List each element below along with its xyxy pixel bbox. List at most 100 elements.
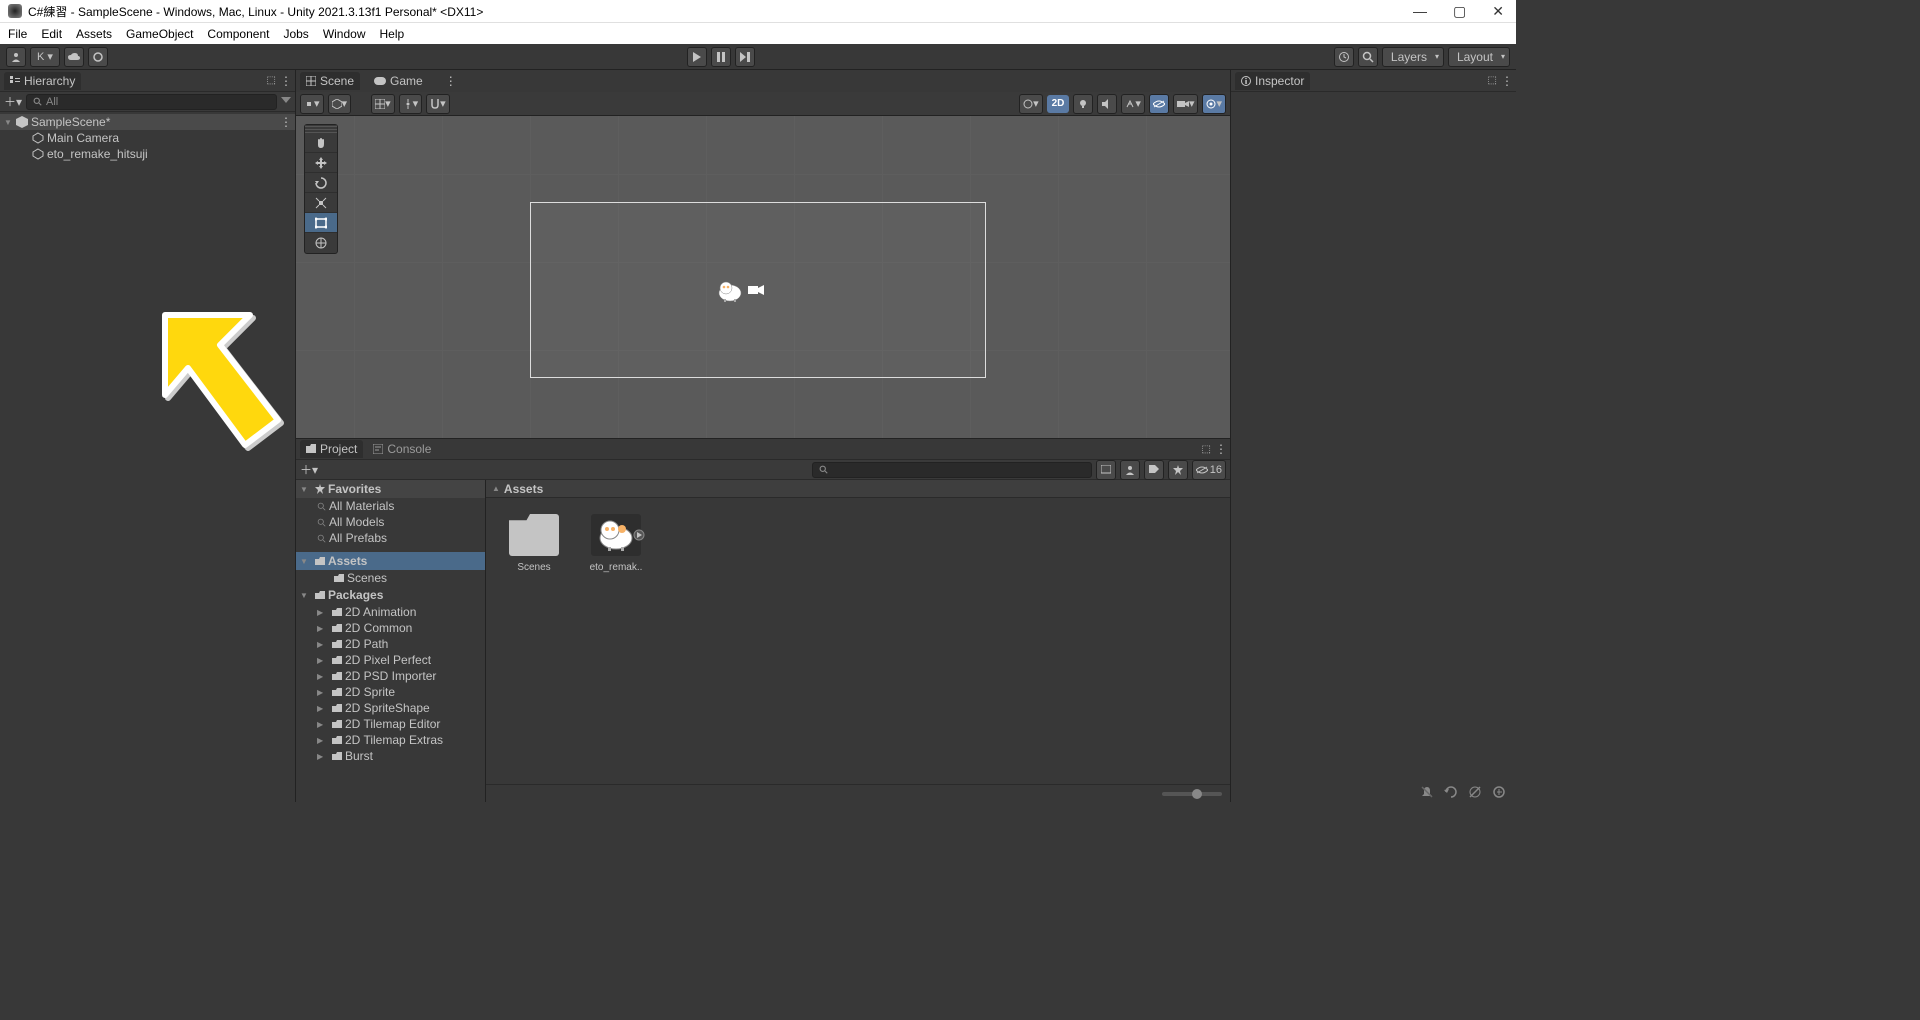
- inspector-tab[interactable]: Inspector: [1235, 72, 1310, 90]
- hierarchy-search[interactable]: All: [26, 94, 277, 110]
- close-button[interactable]: ✕: [1488, 3, 1508, 20]
- transform-tool[interactable]: [305, 233, 337, 253]
- scene-camera-gizmo-icon[interactable]: [748, 284, 766, 296]
- package-row[interactable]: ▶2D Animation: [296, 604, 485, 620]
- hierarchy-scene-row[interactable]: ▼ SampleScene* ⋮: [0, 114, 295, 130]
- version-control-button[interactable]: [88, 47, 108, 67]
- undo-history-button[interactable]: [1334, 47, 1354, 67]
- folder-scenes[interactable]: Scenes: [296, 570, 485, 586]
- favorite-all-prefabs[interactable]: All Prefabs: [296, 530, 485, 546]
- favorite-all-models[interactable]: All Models: [296, 514, 485, 530]
- play-button[interactable]: [687, 47, 707, 67]
- lighting-toggle-button[interactable]: [1073, 94, 1093, 114]
- account-button[interactable]: [6, 47, 26, 67]
- cloud-button[interactable]: [64, 47, 84, 67]
- rect-tool[interactable]: [305, 213, 337, 233]
- pivot-center-button[interactable]: ▾: [300, 94, 324, 114]
- project-search[interactable]: [812, 462, 1092, 478]
- expand-icon[interactable]: [633, 529, 645, 541]
- notification-bell-off-icon[interactable]: [1420, 785, 1434, 799]
- minimize-button[interactable]: —: [1409, 3, 1431, 20]
- gizmos-button[interactable]: ▾: [1202, 94, 1226, 114]
- 2d-toggle-button[interactable]: 2D: [1047, 95, 1070, 113]
- favorite-all-materials[interactable]: All Materials: [296, 498, 485, 514]
- hierarchy-tab[interactable]: Hierarchy: [4, 72, 81, 90]
- auto-refresh-icon[interactable]: [1444, 785, 1458, 799]
- project-lock-icon[interactable]: ⬚: [1202, 444, 1211, 455]
- move-tool[interactable]: [305, 153, 337, 173]
- global-local-button[interactable]: ▾: [328, 94, 352, 114]
- package-row[interactable]: ▶2D Common: [296, 620, 485, 636]
- cache-server-icon[interactable]: [1492, 785, 1506, 799]
- rotate-tool[interactable]: [305, 173, 337, 193]
- hand-tool[interactable]: [305, 133, 337, 153]
- thumbnail-size-slider[interactable]: [486, 784, 1230, 802]
- filter-by-label-button[interactable]: [1120, 460, 1140, 480]
- favorite-button[interactable]: [1168, 460, 1188, 480]
- pause-button[interactable]: [711, 47, 731, 67]
- draw-mode-button[interactable]: ▾: [1019, 94, 1043, 114]
- layers-dropdown[interactable]: Layers: [1382, 47, 1444, 67]
- project-tab[interactable]: Project: [300, 440, 363, 458]
- console-tab-label: Console: [387, 442, 431, 456]
- scale-tool[interactable]: [305, 193, 337, 213]
- step-button[interactable]: [735, 47, 755, 67]
- menu-component[interactable]: Component: [207, 27, 269, 41]
- package-row[interactable]: ▶2D Pixel Perfect: [296, 652, 485, 668]
- menu-help[interactable]: Help: [380, 27, 405, 41]
- asset-sprite-sheep[interactable]: eto_remak..: [584, 514, 648, 573]
- scene-viewport[interactable]: [296, 116, 1230, 438]
- project-add-button[interactable]: ＋▾: [300, 461, 318, 478]
- menu-file[interactable]: File: [8, 27, 27, 41]
- snap-increment-button[interactable]: ▾: [399, 94, 423, 114]
- debug-off-icon[interactable]: [1468, 785, 1482, 799]
- maximize-button[interactable]: ▢: [1449, 3, 1470, 20]
- packages-folder[interactable]: ▼ Packages: [296, 586, 485, 604]
- snap-toggle-button[interactable]: ▾: [426, 94, 450, 114]
- game-tab[interactable]: Game: [368, 72, 429, 90]
- package-row[interactable]: ▶2D Tilemap Extras: [296, 732, 485, 748]
- hierarchy-lock-icon[interactable]: ⬚: [267, 75, 276, 86]
- hierarchy-menu-icon[interactable]: ⋮: [280, 74, 291, 88]
- scene-tab[interactable]: Scene: [300, 72, 360, 90]
- layout-dropdown[interactable]: Layout: [1448, 47, 1510, 67]
- inspector-lock-icon[interactable]: ⬚: [1488, 75, 1497, 86]
- hierarchy-add-button[interactable]: ＋▾: [4, 93, 22, 110]
- menu-jobs[interactable]: Jobs: [283, 27, 308, 41]
- package-row[interactable]: ▶2D PSD Importer: [296, 668, 485, 684]
- package-row[interactable]: ▶Burst: [296, 748, 485, 764]
- account-dropdown[interactable]: K ▾: [30, 47, 60, 67]
- menu-edit[interactable]: Edit: [41, 27, 62, 41]
- overlay-drag-handle[interactable]: [305, 125, 337, 133]
- scene-panel-menu-icon[interactable]: ⋮: [445, 74, 456, 88]
- assets-folder[interactable]: ▼ Assets: [296, 552, 485, 570]
- filter-by-type-button[interactable]: [1096, 460, 1116, 480]
- search-button[interactable]: [1358, 47, 1378, 67]
- scene-picker-icon[interactable]: [281, 97, 291, 107]
- menu-assets[interactable]: Assets: [76, 27, 112, 41]
- save-search-button[interactable]: [1144, 460, 1164, 480]
- grid-snap-button[interactable]: ▾: [371, 94, 395, 114]
- package-row[interactable]: ▶2D Sprite: [296, 684, 485, 700]
- asset-folder-scenes[interactable]: Scenes: [502, 514, 566, 573]
- hierarchy-item-sprite[interactable]: eto_remake_hitsuji: [0, 146, 295, 162]
- project-breadcrumb[interactable]: ▲ Assets: [486, 480, 1230, 498]
- camera-button[interactable]: ▾: [1173, 94, 1199, 114]
- sprite-sheep[interactable]: [716, 279, 746, 303]
- fx-toggle-button[interactable]: ▾: [1121, 94, 1145, 114]
- favorites-section[interactable]: ▼ Favorites: [296, 480, 485, 498]
- console-tab[interactable]: Console: [367, 440, 437, 458]
- hidden-objects-button[interactable]: [1149, 94, 1169, 114]
- package-row[interactable]: ▶2D SpriteShape: [296, 700, 485, 716]
- inspector-menu-icon[interactable]: ⋮: [1501, 74, 1512, 88]
- menu-window[interactable]: Window: [323, 27, 366, 41]
- hierarchy-item-camera[interactable]: Main Camera: [0, 130, 295, 146]
- scene-menu-icon[interactable]: ⋮: [280, 115, 291, 129]
- tools-overlay[interactable]: [304, 124, 338, 254]
- project-menu-icon[interactable]: ⋮: [1215, 442, 1226, 456]
- package-row[interactable]: ▶2D Tilemap Editor: [296, 716, 485, 732]
- package-row[interactable]: ▶2D Path: [296, 636, 485, 652]
- audio-toggle-button[interactable]: [1097, 94, 1117, 114]
- hidden-packages-button[interactable]: 16: [1192, 460, 1226, 480]
- menu-gameobject[interactable]: GameObject: [126, 27, 193, 41]
